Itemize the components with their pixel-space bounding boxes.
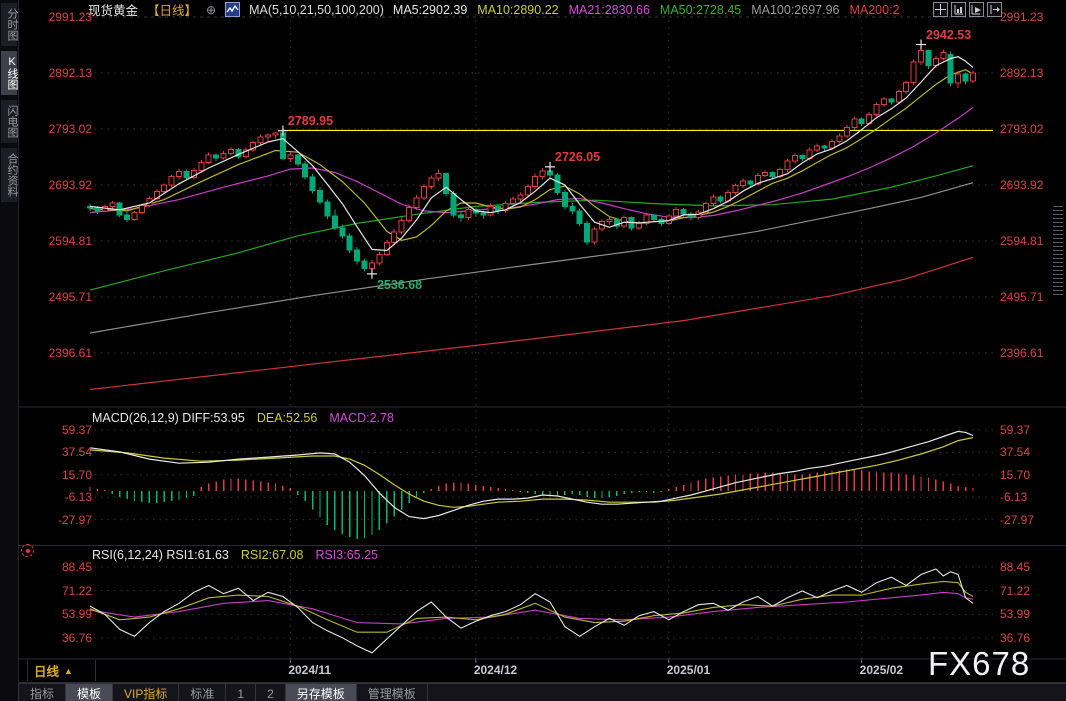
circle-plus-icon[interactable]: ⊕	[206, 3, 216, 17]
x-axis-label: 2024/12	[474, 663, 517, 677]
toolbar-tab-模板[interactable]: 模板	[66, 684, 113, 701]
chart-canvas[interactable]	[0, 0, 1066, 701]
ma-value: MA100:2697.96	[751, 3, 839, 17]
rsi-axis-label: 53.99	[1000, 607, 1030, 621]
price-axis-label: 2892.13	[30, 66, 92, 80]
macd-axis-label: 37.54	[1000, 445, 1030, 459]
rsi-axis-label: 36.76	[1000, 631, 1030, 645]
macd-axis-label: 59.37	[1000, 423, 1030, 437]
move-tool-icon[interactable]	[933, 2, 948, 17]
rsi-axis-label: 71.22	[1000, 584, 1030, 598]
macd-axis-label: 59.37	[30, 423, 92, 437]
x-axis-label: 2025/02	[860, 663, 903, 677]
price-annotation: 2942.53	[926, 28, 971, 42]
macd-axis-label: -27.97	[30, 513, 92, 527]
chart-header: 现货黄金 【日线】 ⊕ MA(5,10,21,50,100,200) MA5:2…	[88, 2, 900, 17]
rsi-header-value: RSI3:65.25	[315, 548, 378, 562]
chart-tool-icons	[933, 2, 1002, 17]
toolbar-tab-1[interactable]: 1	[226, 684, 256, 701]
sidebar-tab-kline-chart[interactable]: K线图	[1, 51, 17, 95]
x-axis-label: 2025/01	[667, 663, 710, 677]
sidebar-tab-contract-info[interactable]: 合约资料	[1, 148, 17, 202]
price-axis-label: 2594.81	[1000, 234, 1043, 248]
symbol-name: 现货黄金	[88, 0, 138, 19]
price-axis-label: 2892.13	[1000, 66, 1043, 80]
ma-value: MA50:2728.45	[660, 3, 741, 17]
rsi-axis-label: 88.45	[30, 560, 92, 574]
fx678-watermark: FX678	[928, 645, 1030, 683]
price-axis-label: 2793.02	[1000, 122, 1043, 136]
bottom-toolbar: 指标模板VIP指标标准12另存模板管理模板	[18, 683, 1066, 701]
price-axis-label: 2396.61	[30, 346, 92, 360]
ma-value: MA21:2830.66	[569, 3, 650, 17]
sidebar-tab-lightning-chart[interactable]: 闪电图	[1, 100, 17, 143]
price-annotation: 2726.05	[555, 150, 600, 164]
sidebar-tab-timeshare-chart[interactable]: 分时图	[1, 3, 17, 46]
toolbar-tab-VIP指标[interactable]: VIP指标	[113, 684, 179, 701]
macd-axis-label: -6.13	[30, 490, 92, 504]
price-axis-label: 2495.71	[30, 290, 92, 304]
rsi-header-value: RSI(6,12,24) RSI1:61.63	[92, 548, 229, 562]
toolbar-tab-另存模板[interactable]: 另存模板	[286, 684, 357, 701]
period-selector[interactable]: 日线 ▲	[27, 660, 96, 681]
toolbar-tab-2[interactable]: 2	[256, 684, 286, 701]
toolbar-tab-指标[interactable]: 指标	[18, 684, 66, 701]
period-label: 日线	[34, 661, 59, 680]
rsi-axis-label: 71.22	[30, 584, 92, 598]
price-axis-label: 2693.92	[1000, 178, 1043, 192]
ma-value: MA10:2890.22	[477, 3, 558, 17]
rsi-header: RSI(6,12,24) RSI1:61.63 RSI2:67.08 RSI3:65…	[92, 548, 378, 562]
ma-settings-label: MA(5,10,21,50,100,200)	[249, 3, 384, 17]
rsi-axis-label: 53.99	[30, 607, 92, 621]
rsi-axis-label: 88.45	[1000, 560, 1030, 574]
macd-header-value: DEA:52.56	[257, 411, 317, 425]
toolbar-tab-管理模板[interactable]: 管理模板	[357, 684, 428, 701]
period-arrow-icon: ▲	[64, 666, 73, 676]
macd-axis-label: -6.13	[1000, 490, 1027, 504]
ma-value: MA5:2902.39	[393, 3, 467, 17]
macd-axis-label: 37.54	[30, 445, 92, 459]
toolbar-tab-标准[interactable]: 标准	[179, 684, 226, 701]
price-axis-label: 2495.71	[1000, 290, 1043, 304]
x-axis-label: 2024/11	[288, 663, 331, 677]
price-axis-label: 2991.23	[30, 10, 92, 24]
macd-axis-label: -27.97	[1000, 513, 1034, 527]
compress-left-icon[interactable]	[951, 2, 966, 17]
price-annotation: 2536.68	[377, 278, 422, 292]
price-annotation: 2789.95	[288, 114, 333, 128]
price-axis-label: 2991.23	[1000, 10, 1043, 24]
vertical-scrollbar[interactable]	[1053, 206, 1063, 296]
chart-style-icon[interactable]	[225, 2, 240, 17]
price-axis-label: 2693.92	[30, 178, 92, 192]
ma-values: MA5:2902.39 MA10:2890.22 MA21:2830.66 MA50:…	[393, 3, 900, 17]
compress-right-icon[interactable]	[969, 2, 984, 17]
price-axis-label: 2396.61	[1000, 346, 1043, 360]
ma-value: MA200:2	[849, 3, 899, 17]
macd-header-value: MACD:2.78	[329, 411, 394, 425]
left-sidebar: 分时图 K线图闪电图合约资料	[0, 0, 19, 701]
macd-header: MACD(26,12,9) DIFF:53.95 DEA:52.56 MACD:2.…	[92, 411, 394, 425]
macd-axis-label: 15.70	[30, 468, 92, 482]
rsi-settings-icon[interactable]	[21, 544, 34, 557]
macd-axis-label: 15.70	[1000, 468, 1030, 482]
macd-header-value: MACD(26,12,9) DIFF:53.95	[92, 411, 245, 425]
trading-app-window: 分时图 K线图闪电图合约资料 现货黄金 【日线】 ⊕ MA(5,10,21,50,…	[0, 0, 1066, 701]
price-axis-label: 2594.81	[30, 234, 92, 248]
rsi-header-value: RSI2:67.08	[241, 548, 304, 562]
price-axis-label: 2793.02	[30, 122, 92, 136]
rsi-axis-label: 36.76	[30, 631, 92, 645]
period-tag: 【日线】	[147, 0, 197, 19]
